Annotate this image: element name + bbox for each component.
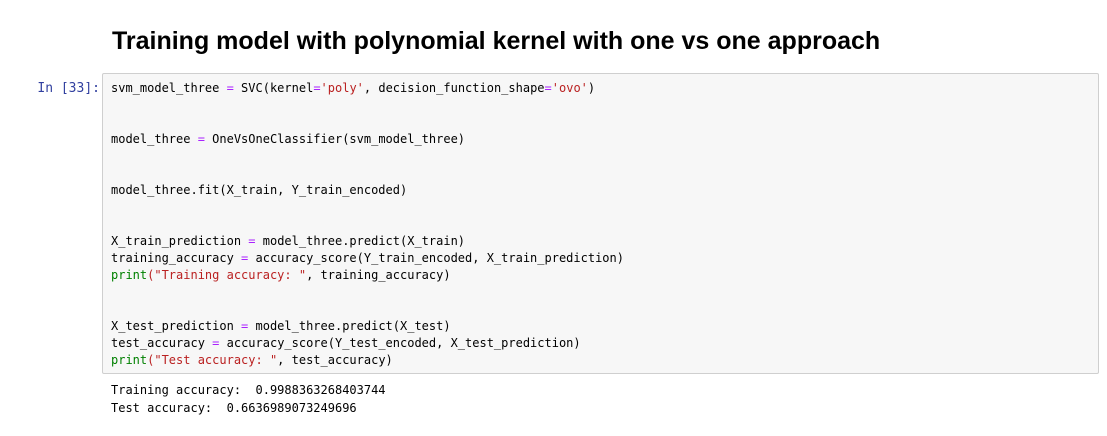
- code-token-op: =: [544, 81, 552, 95]
- code-line: model_three = OneVsOneClassifier(svm_mod…: [111, 131, 624, 148]
- output-line: Training accuracy: 0.9988363268403744: [111, 383, 386, 397]
- output-line: Test accuracy: 0.6636989073249696: [111, 401, 357, 415]
- cell-output: Training accuracy: 0.9988363268403744 Tes…: [111, 381, 386, 417]
- code-cell-input[interactable]: svm_model_three = SVC(kernel='poly', dec…: [102, 73, 1099, 374]
- code-token: svm_model_three: [111, 81, 227, 95]
- code-token: X_test_prediction: [111, 319, 242, 333]
- code-token-str: ("Training accuracy: ": [147, 268, 307, 282]
- code-token-op: =: [226, 81, 234, 95]
- code-token: OneVsOneClassifier(svm_model_three): [204, 132, 466, 146]
- code-token: , training_accuracy): [306, 268, 451, 282]
- code-line: test_accuracy = accuracy_score(Y_test_en…: [111, 335, 624, 352]
- code-token-str: ("Test accuracy: ": [147, 353, 278, 367]
- code-token: model_three.predict(X_test): [248, 319, 451, 333]
- code-line: X_train_prediction = model_three.predict…: [111, 233, 624, 250]
- code-line: print("Training accuracy: ", training_ac…: [111, 267, 624, 284]
- code-token: X_train_prediction: [111, 234, 249, 248]
- code-token: test_accuracy: [111, 336, 213, 350]
- code-token-builtin: print: [111, 268, 148, 282]
- code-line: print("Test accuracy: ", test_accuracy): [111, 352, 624, 369]
- input-prompt: In [33]:: [37, 81, 100, 96]
- code-token: ): [587, 81, 596, 95]
- code-token-op: =: [197, 132, 205, 146]
- code-token: , decision_function_shape: [363, 81, 545, 95]
- markdown-heading: Training model with polynomial kernel wi…: [112, 27, 881, 55]
- code-token: model_three.fit(X_train, Y_train_encoded…: [111, 183, 408, 197]
- code-token-op: =: [248, 234, 256, 248]
- code-token: model_three.predict(X_train): [255, 234, 466, 248]
- code-token-str: 'poly': [320, 81, 364, 95]
- code-token: accuracy_score(Y_test_encoded, X_test_pr…: [219, 336, 581, 350]
- code-token: , test_accuracy): [277, 353, 393, 367]
- code-token-op: =: [313, 81, 321, 95]
- code-token-str: 'ovo': [551, 81, 588, 95]
- code-line: training_accuracy = accuracy_score(Y_tra…: [111, 250, 624, 267]
- code-line: svm_model_three = SVC(kernel='poly', dec…: [111, 80, 624, 97]
- code-editor[interactable]: svm_model_three = SVC(kernel='poly', dec…: [111, 80, 624, 369]
- code-token: accuracy_score(Y_train_encoded, X_train_…: [248, 251, 624, 265]
- code-token-builtin: print: [111, 353, 148, 367]
- code-token: training_accuracy: [111, 251, 242, 265]
- code-token: SVC(kernel: [233, 81, 314, 95]
- code-token: model_three: [111, 132, 198, 146]
- code-line: model_three.fit(X_train, Y_train_encoded…: [111, 182, 624, 199]
- code-line: X_test_prediction = model_three.predict(…: [111, 318, 624, 335]
